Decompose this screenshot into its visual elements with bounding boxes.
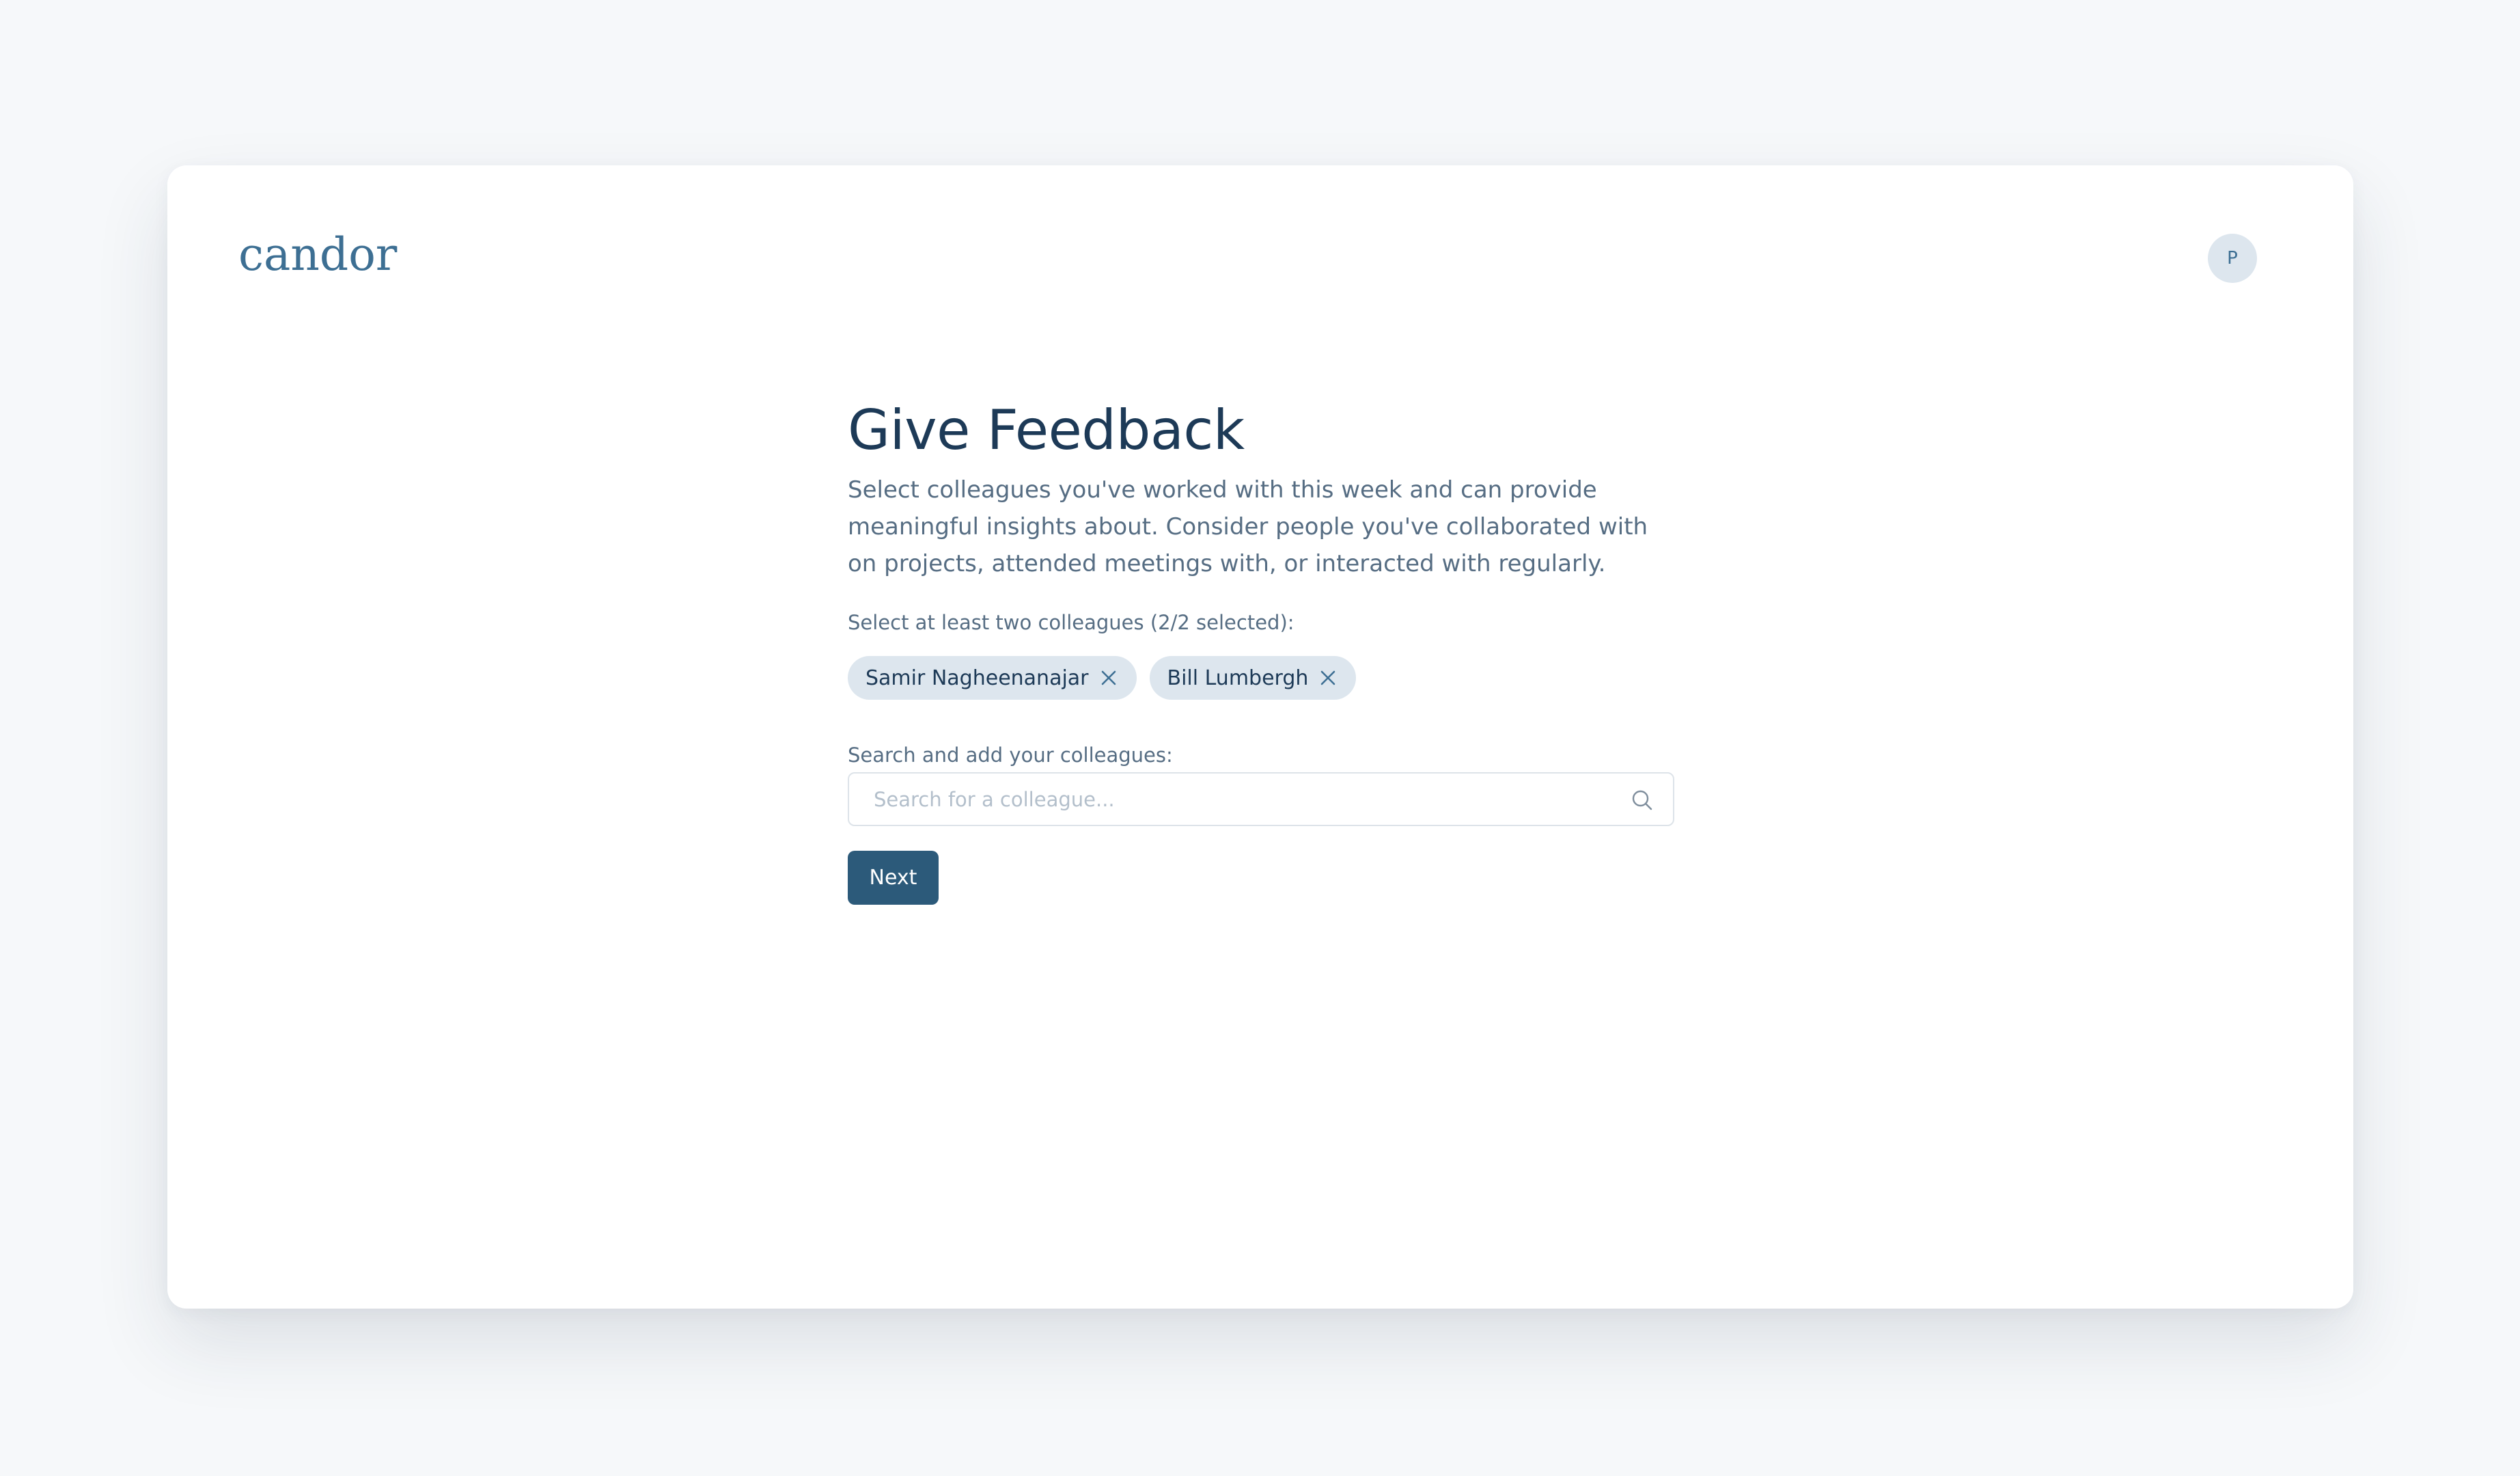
page-title: Give Feedback [848,398,1245,462]
main-card: candor P Give Feedback Select colleagues… [167,165,2353,1309]
user-avatar[interactable]: P [2208,234,2257,283]
colleague-chip: Samir Nagheenanajar [848,656,1137,700]
feedback-form: Give Feedback Select colleagues you've w… [848,398,1674,905]
app-logo: candor [238,228,398,281]
search-label: Search and add your colleagues: [848,743,1173,767]
page-description: Select colleagues you've worked with thi… [848,476,1648,577]
colleague-chip-name: Bill Lumbergh [1167,666,1309,690]
colleague-chip-name: Samir Nagheenanajar [866,666,1089,690]
search-box [848,772,1674,826]
search-input[interactable] [849,774,1673,825]
selected-colleagues-list: Samir Nagheenanajar Bill Lumbergh [848,656,1674,700]
colleague-chip: Bill Lumbergh [1149,656,1357,700]
close-icon[interactable] [1100,669,1118,687]
next-button[interactable]: Next [848,851,939,905]
selection-count-label: Select at least two colleagues (2/2 sele… [848,611,1294,634]
close-icon[interactable] [1319,669,1337,687]
search-icon[interactable] [1631,789,1654,812]
